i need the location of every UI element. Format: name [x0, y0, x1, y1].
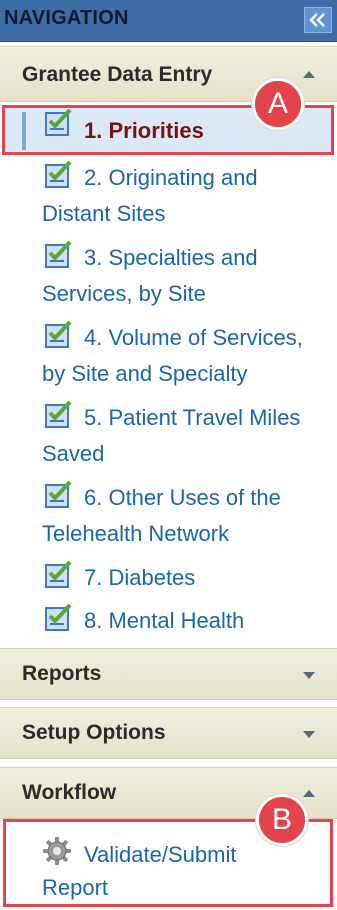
menu-item-label-line2: Saved [42, 441, 105, 466]
menu-item-originating-distant-sites[interactable]: 2. Originating and Distant Sites [0, 160, 337, 232]
checklist-icon [45, 480, 72, 508]
menu-item-mental-health[interactable]: 8. Mental Health [0, 603, 337, 641]
menu-item-label-line1: 3. Specialties and [84, 245, 258, 270]
menu-item-label: 1. Priorities [84, 118, 204, 143]
menu-item-label-line2: Distant Sites [42, 201, 166, 226]
chevron-up-icon [303, 790, 315, 797]
annotation-badge-b: B [256, 794, 308, 846]
chevron-up-icon [303, 71, 315, 78]
section-label: Grantee Data Entry [22, 63, 213, 86]
section-reports[interactable]: Reports [0, 648, 337, 700]
chevron-down-icon [303, 672, 315, 679]
menu-item-label: 8. Mental Health [84, 608, 245, 633]
checklist-icon [45, 560, 72, 588]
checklist-icon [45, 320, 72, 348]
menu-item-validate-submit-report[interactable]: Validate/Submit Report [0, 836, 337, 906]
section-label: Setup Options [22, 721, 166, 744]
checklist-icon [45, 108, 72, 136]
menu-item-label-line1: Validate/Submit [84, 842, 237, 867]
menu-item-other-uses[interactable]: 6. Other Uses of the Telehealth Network [0, 480, 337, 552]
menu-item-diabetes[interactable]: 7. Diabetes [0, 560, 337, 598]
menu-item-volume-of-services[interactable]: 4. Volume of Services, by Site and Speci… [0, 320, 337, 392]
section-label: Workflow [22, 781, 117, 804]
menu-item-label-line2: Report [42, 875, 109, 900]
checklist-icon [45, 603, 72, 631]
checklist-icon [45, 400, 72, 428]
gear-icon [43, 837, 71, 865]
menu-item-label-line2: Services, by Site [42, 281, 206, 306]
menu-item-label-line1: 4. Volume of Services, [84, 325, 303, 350]
navigation-title: NAVIGATION [4, 7, 129, 29]
double-chevron-left-icon [309, 13, 325, 27]
menu-item-patient-travel-miles[interactable]: 5. Patient Travel Miles Saved [0, 400, 337, 472]
menu-item-label-line1: 6. Other Uses of the [84, 485, 281, 510]
menu-item-label-line2: by Site and Specialty [42, 361, 248, 386]
annotation-badge-a: A [252, 78, 304, 130]
menu-item-label-line1: 2. Originating and [84, 165, 258, 190]
section-setup-options[interactable]: Setup Options [0, 707, 337, 759]
menu-item-label: 7. Diabetes [84, 565, 196, 590]
menu-item-specialties-services[interactable]: 3. Specialties and Services, by Site [0, 240, 337, 312]
navigation-header: NAVIGATION [0, 0, 337, 42]
collapse-panel-button[interactable] [304, 7, 332, 33]
menu-item-label-line1: 5. Patient Travel Miles [84, 405, 301, 430]
chevron-down-icon [303, 731, 315, 738]
section-label: Reports [22, 662, 102, 685]
checklist-icon [45, 240, 72, 268]
checklist-icon [45, 160, 72, 188]
menu-item-label-line2: Telehealth Network [42, 521, 230, 546]
